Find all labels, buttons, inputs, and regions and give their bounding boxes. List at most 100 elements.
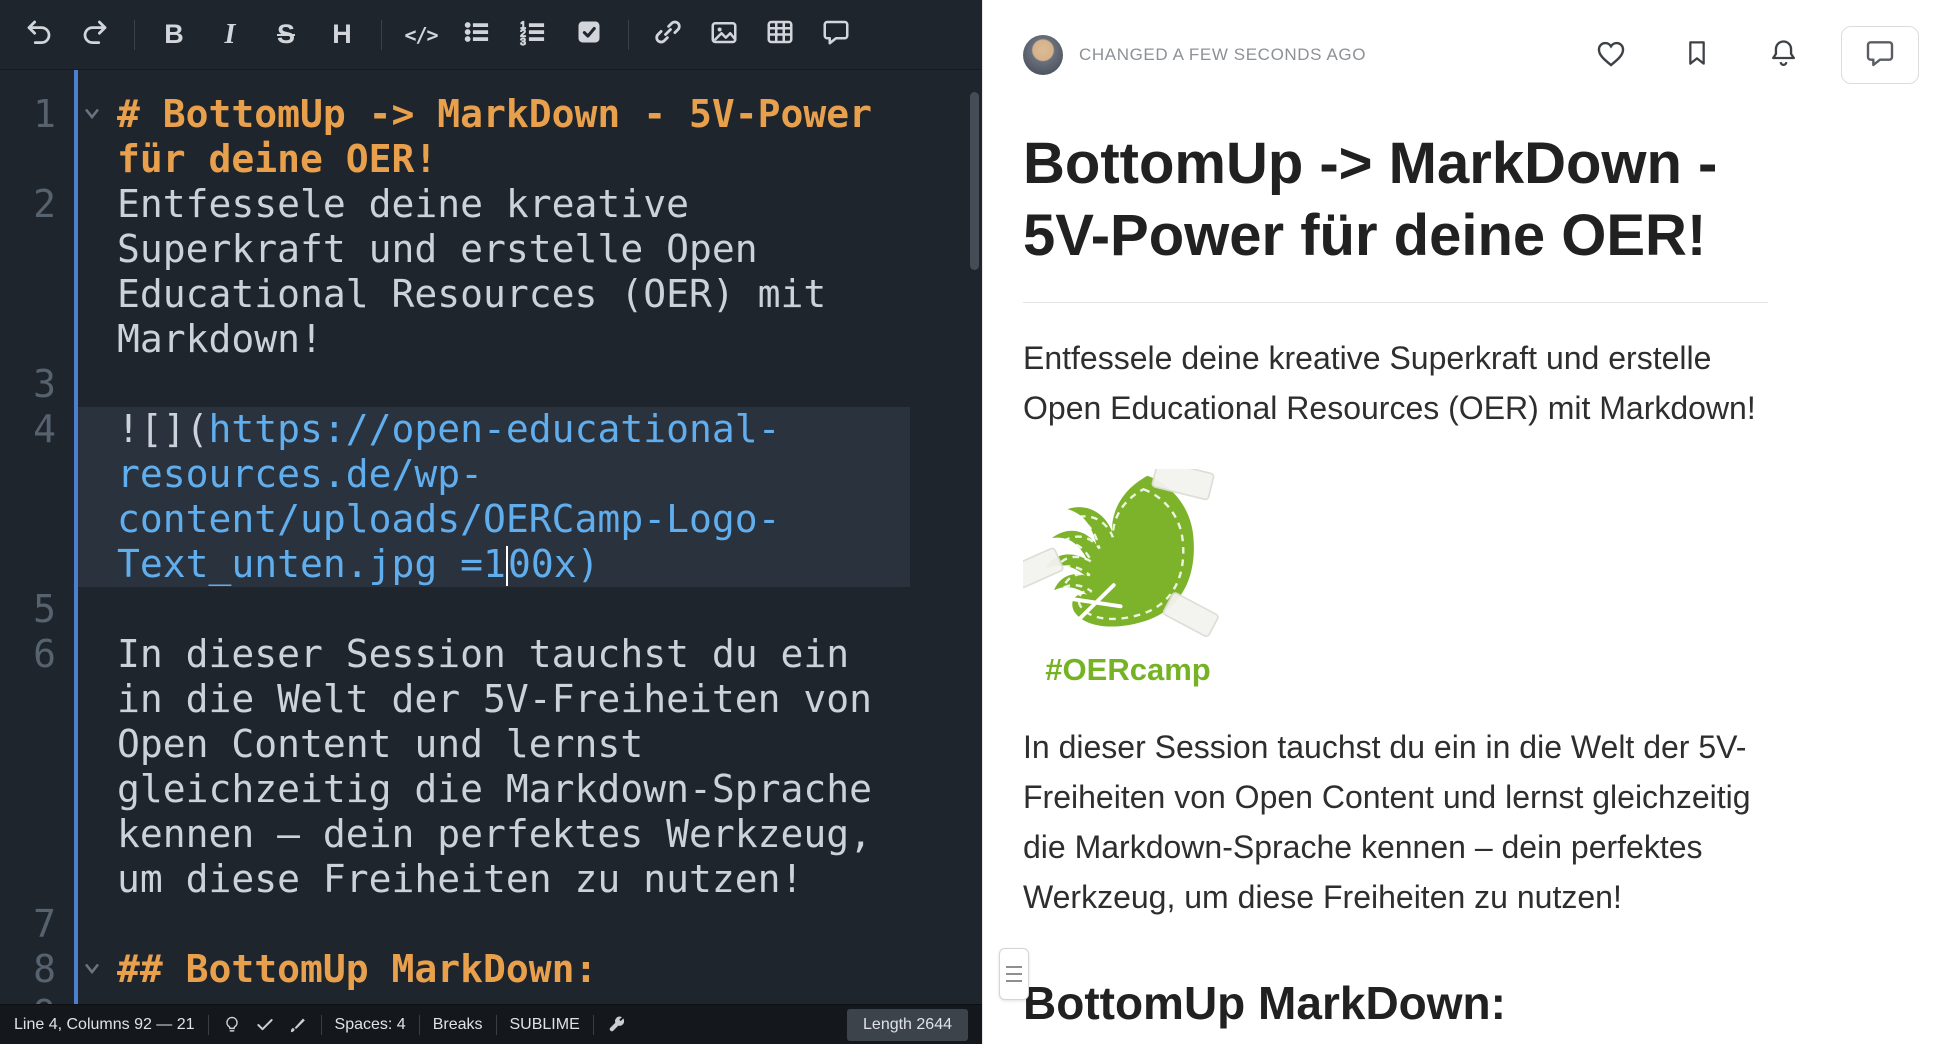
code-line[interactable]: 8## BottomUp MarkDown: xyxy=(0,947,982,992)
oercamp-logo: #OERcamp xyxy=(1023,469,1233,688)
subscribe-button[interactable] xyxy=(1761,33,1805,77)
heading-button[interactable]: H xyxy=(315,11,369,59)
editor-statusbar: Line 4, Columns 92 — 21 Spaces: 4 Breaks… xyxy=(0,1004,982,1044)
code-line[interactable]: 5 xyxy=(0,587,982,632)
heart-icon xyxy=(1594,36,1628,75)
task-list-button[interactable] xyxy=(562,11,616,59)
bookmark-icon xyxy=(1681,37,1713,74)
lightbulb-icon[interactable] xyxy=(222,1015,242,1035)
change-gutter-bar xyxy=(74,70,78,1004)
image-button[interactable] xyxy=(697,11,751,59)
bullet-list-icon xyxy=(463,18,491,51)
cursor-position-status: Line 4, Columns 92 — 21 xyxy=(14,1016,195,1034)
divider xyxy=(1023,302,1768,303)
code-button[interactable]: </> xyxy=(394,11,448,59)
bullet-list-button[interactable] xyxy=(450,11,504,59)
spaces-setting[interactable]: Spaces: 4 xyxy=(335,1016,406,1034)
task-list-icon xyxy=(575,18,603,51)
code-line-text: # BottomUp -> MarkDown - 5V-Power für de… xyxy=(74,92,910,182)
code-line-text: Entfessele deine kreative Superkraft und… xyxy=(74,182,910,362)
bookmark-button[interactable] xyxy=(1675,33,1719,77)
code-editor[interactable]: 1# BottomUp -> MarkDown - 5V-Power für d… xyxy=(0,70,982,1004)
code-line[interactable]: 4![](https://open-educational-resources.… xyxy=(0,407,982,587)
spellcheck-check-icon[interactable] xyxy=(255,1015,275,1035)
line-number: 7 xyxy=(0,902,74,947)
link-icon xyxy=(653,17,683,52)
section-heading: BottomUp MarkDown: xyxy=(1023,974,1768,1032)
editor-lines: 1# BottomUp -> MarkDown - 5V-Power für d… xyxy=(0,92,982,1004)
line-number: 5 xyxy=(0,587,74,632)
line-number: 2 xyxy=(0,182,74,362)
oercamp-logo-caption: #OERcamp xyxy=(1023,652,1233,688)
avatar[interactable] xyxy=(1023,35,1063,75)
note-meta-row: CHANGED A FEW SECONDS AGO xyxy=(1023,26,1919,84)
fold-chevron-icon[interactable] xyxy=(82,103,102,127)
last-changed-text: CHANGED A FEW SECONDS AGO xyxy=(1079,45,1366,65)
toolbar-separator xyxy=(628,20,629,50)
line-number: 6 xyxy=(0,632,74,902)
session-paragraph: In dieser Session tauchst du ein in die … xyxy=(1023,722,1768,922)
app-window: B I S H </> 123 xyxy=(0,0,1938,1044)
speech-bubble-icon xyxy=(1864,37,1896,74)
length-status[interactable]: Length 2644 xyxy=(847,1009,968,1041)
undo-icon xyxy=(24,17,54,52)
rendered-markdown: BottomUp -> MarkDown - 5V-Power für dein… xyxy=(1023,128,1768,1044)
line-number: 1 xyxy=(0,92,74,182)
statusbar-separator xyxy=(419,1015,420,1035)
breaks-setting[interactable]: Breaks xyxy=(433,1016,483,1034)
code-line-text: ![](https://open-educational-resources.d… xyxy=(74,407,910,587)
table-button[interactable] xyxy=(753,11,807,59)
code-line[interactable]: 6In dieser Session tauchst du ein in die… xyxy=(0,632,982,902)
code-line[interactable]: 3 xyxy=(0,362,982,407)
note-actions xyxy=(1589,26,1919,84)
editor-toolbar: B I S H </> 123 xyxy=(0,0,982,70)
code-line[interactable]: 7 xyxy=(0,902,982,947)
toolbar-separator xyxy=(381,20,382,50)
bold-button[interactable]: B xyxy=(147,11,201,59)
preview-pane: CHANGED A FEW SECONDS AGO xyxy=(982,0,1938,1044)
line-number: 3 xyxy=(0,362,74,407)
undo-button[interactable] xyxy=(12,11,66,59)
bell-icon xyxy=(1767,36,1800,74)
code-line-text xyxy=(74,587,910,632)
statusbar-separator xyxy=(593,1015,594,1035)
code-line[interactable]: 9 xyxy=(0,992,982,1004)
intro-paragraph: Entfessele deine kreative Superkraft und… xyxy=(1023,333,1768,433)
image-icon xyxy=(709,17,739,52)
like-button[interactable] xyxy=(1589,33,1633,77)
table-icon xyxy=(765,17,795,52)
line-number: 9 xyxy=(0,992,74,1004)
paintbrush-icon[interactable] xyxy=(288,1015,308,1035)
link-button[interactable] xyxy=(641,11,695,59)
redo-icon xyxy=(80,17,110,52)
comment-icon xyxy=(821,17,851,52)
page-title: BottomUp -> MarkDown - 5V-Power für dein… xyxy=(1023,128,1768,272)
fold-chevron-icon[interactable] xyxy=(82,958,102,982)
svg-text:3: 3 xyxy=(520,36,526,46)
comment-button[interactable] xyxy=(809,11,863,59)
ordered-list-button[interactable]: 123 xyxy=(506,11,560,59)
editor-pane: B I S H </> 123 xyxy=(0,0,982,1044)
oercamp-logo-image xyxy=(1023,469,1223,647)
ordered-list-icon: 123 xyxy=(519,18,547,51)
keymap-setting[interactable]: SUBLIME xyxy=(510,1016,580,1034)
code-line[interactable]: 2Entfessele deine kreative Superkraft un… xyxy=(0,182,982,362)
editor-scrollbar[interactable] xyxy=(970,92,979,270)
redo-button[interactable] xyxy=(68,11,122,59)
wrench-icon[interactable] xyxy=(607,1015,627,1035)
statusbar-separator xyxy=(496,1015,497,1035)
code-line-text: In dieser Session tauchst du ein in die … xyxy=(74,632,910,902)
strikethrough-button[interactable]: S xyxy=(259,11,313,59)
code-line-text xyxy=(74,992,910,1004)
split-drag-handle[interactable] xyxy=(999,948,1029,1000)
code-line-text xyxy=(74,362,910,407)
toolbar-separator xyxy=(134,20,135,50)
line-number: 4 xyxy=(0,407,74,587)
code-line-text xyxy=(74,902,910,947)
statusbar-separator xyxy=(208,1015,209,1035)
line-number: 8 xyxy=(0,947,74,992)
feedback-button[interactable] xyxy=(1841,26,1919,84)
statusbar-separator xyxy=(321,1015,322,1035)
code-line[interactable]: 1# BottomUp -> MarkDown - 5V-Power für d… xyxy=(0,92,982,182)
italic-button[interactable]: I xyxy=(203,11,257,59)
